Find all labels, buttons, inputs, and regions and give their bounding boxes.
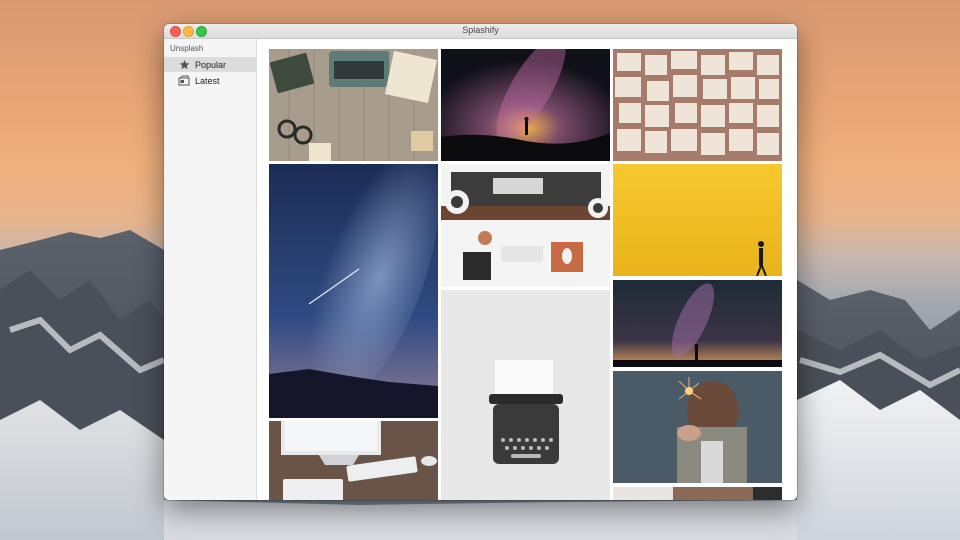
photo-milky-way-meteor[interactable] — [269, 164, 438, 418]
photo-typewriter-white[interactable] — [441, 290, 610, 500]
title-bar[interactable]: Splashify — [164, 24, 797, 39]
app-window: Splashify Unsplash Popular Latest — [164, 24, 797, 500]
photo-milky-way-silhouette[interactable] — [441, 49, 610, 161]
photo-partial-bottom[interactable] — [613, 487, 782, 500]
photo-workspace-flatlay[interactable] — [441, 164, 610, 287]
sidebar-item-label: Popular — [195, 59, 227, 70]
sidebar-item-label: Latest — [195, 75, 220, 86]
sidebar: Unsplash Popular Latest — [164, 39, 257, 500]
photo-typewriter-desk[interactable] — [269, 49, 438, 161]
photo-imac-desk[interactable] — [269, 421, 438, 500]
sidebar-section-title: Unsplash — [170, 44, 204, 53]
photo-night-sky-person[interactable] — [613, 280, 782, 367]
photo-book-pages[interactable] — [613, 49, 782, 161]
sidebar-item-latest[interactable]: Latest — [164, 73, 256, 88]
latest-icon — [178, 75, 190, 86]
photo-yellow-wall[interactable] — [613, 164, 782, 276]
photo-grid — [257, 39, 797, 500]
photo-sparkler-woman[interactable] — [613, 371, 782, 483]
window-title: Splashify — [462, 25, 499, 35]
sidebar-item-popular[interactable]: Popular — [164, 57, 256, 72]
star-icon — [178, 59, 190, 70]
